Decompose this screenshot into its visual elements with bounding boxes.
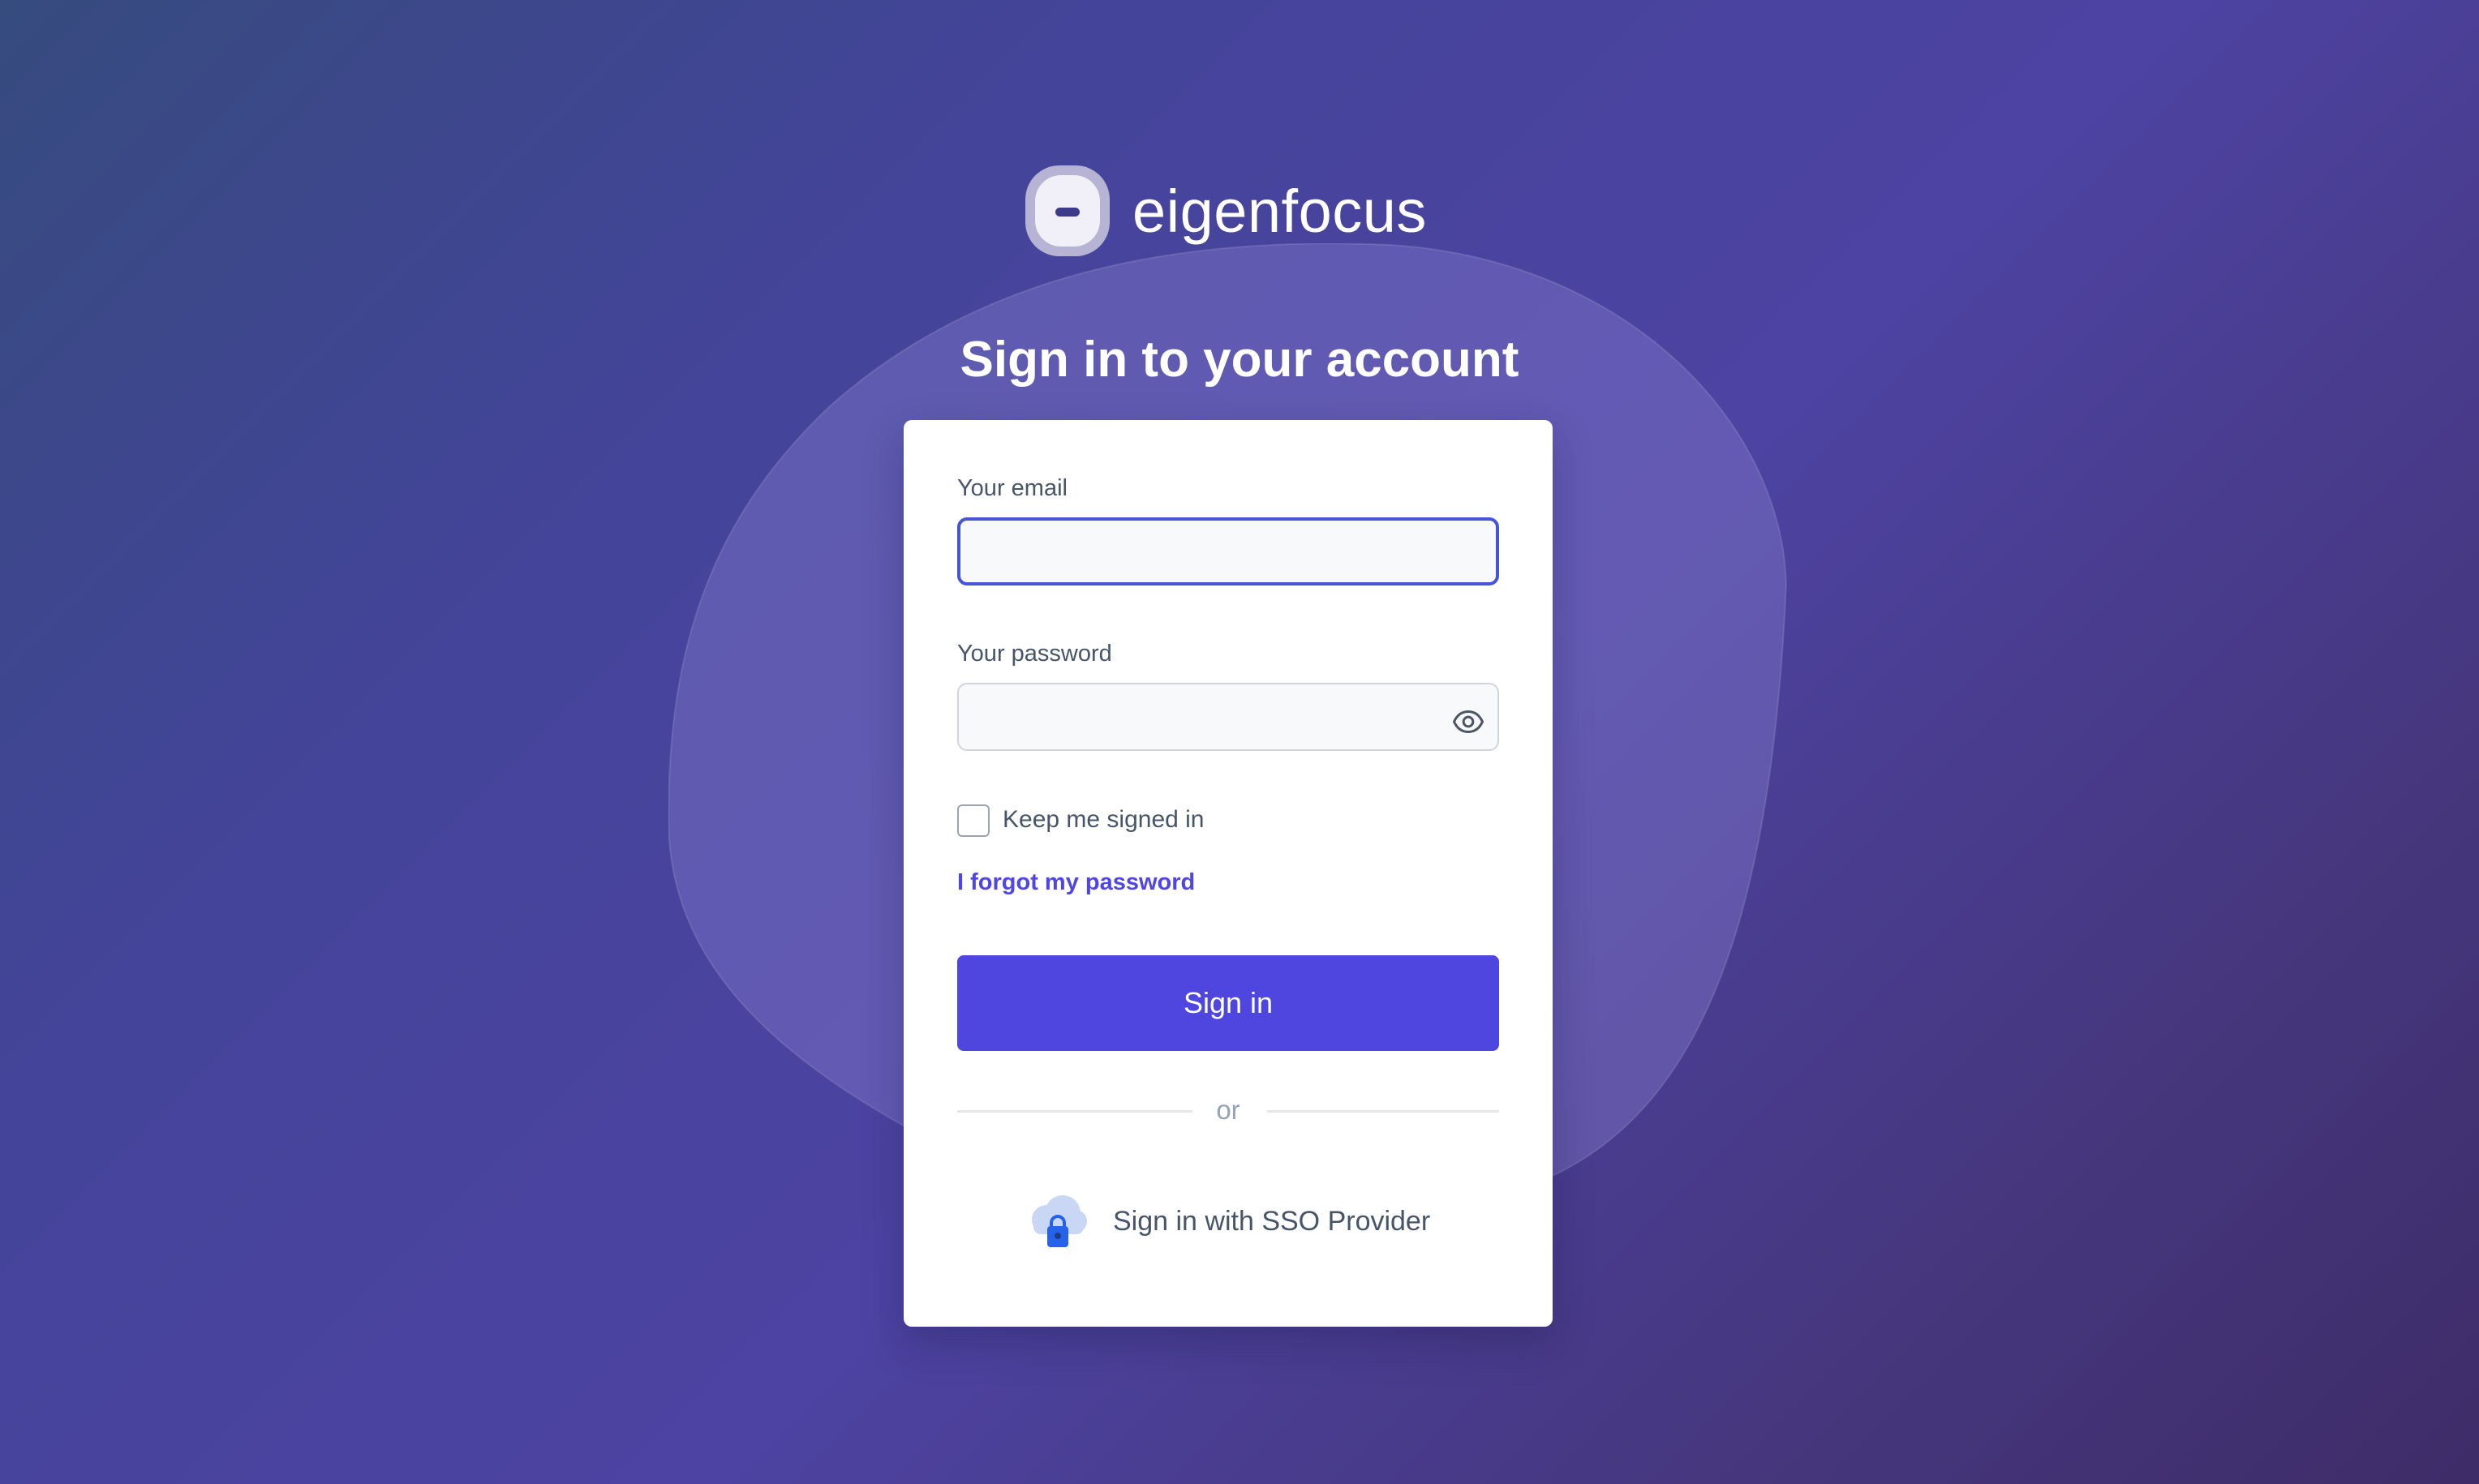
email-label: Your email: [957, 475, 1068, 501]
divider-line-right: [1267, 1110, 1499, 1113]
sso-sign-in-button[interactable]: Sign in with SSO Provider: [1025, 1174, 1431, 1268]
brand-name: eigenfocus: [1132, 177, 1427, 245]
forgot-password-link[interactable]: I forgot my password: [957, 869, 1195, 896]
eigenfocus-logo-icon: [1025, 165, 1110, 256]
password-field[interactable]: [957, 683, 1499, 751]
keep-signed-in-checkbox[interactable]: [957, 804, 990, 837]
eye-icon[interactable]: [1452, 706, 1484, 738]
sign-in-button[interactable]: Sign in: [957, 955, 1499, 1051]
sso-label: Sign in with SSO Provider: [1113, 1205, 1431, 1237]
page-title: Sign in to your account: [960, 332, 1519, 388]
brand-header: eigenfocus: [1025, 165, 1427, 256]
email-field[interactable]: [957, 517, 1499, 585]
password-label: Your password: [957, 641, 1112, 667]
cloud-lock-icon: [1032, 1195, 1087, 1247]
sign-in-card: Your email Your password Keep me signed …: [904, 420, 1553, 1327]
keep-signed-in-label[interactable]: Keep me signed in: [1003, 806, 1205, 834]
